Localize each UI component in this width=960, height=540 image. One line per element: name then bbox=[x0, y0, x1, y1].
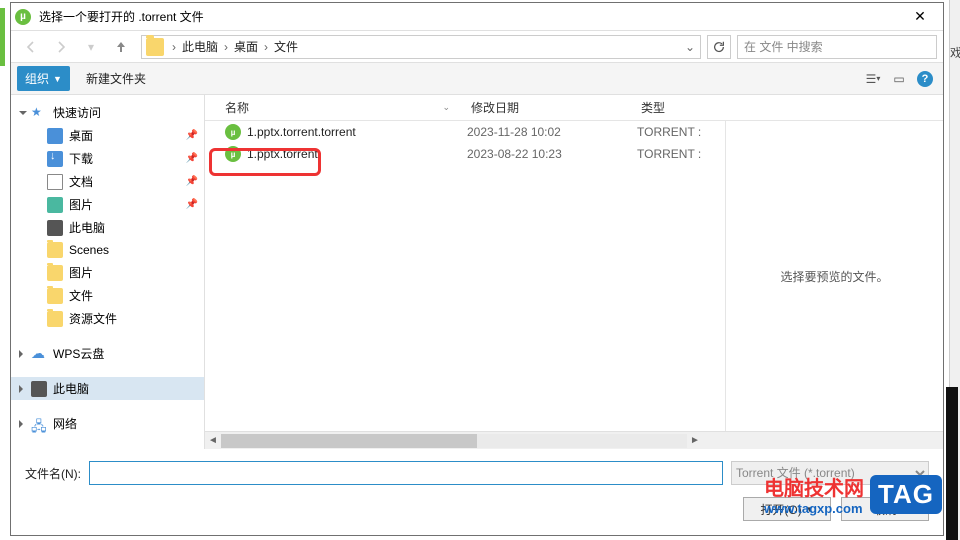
desktop-icon bbox=[47, 128, 63, 144]
breadcrumb-sep: › bbox=[260, 40, 272, 54]
breadcrumb-root[interactable]: 此电脑 bbox=[180, 38, 220, 55]
scroll-thumb[interactable] bbox=[221, 434, 477, 448]
watermark-cn: 电脑技术网 bbox=[764, 472, 864, 501]
sidebar-item-desktop[interactable]: 桌面📌 bbox=[11, 124, 204, 147]
view-controls: ☰▾ ▭ ? bbox=[861, 67, 937, 91]
address-dropdown[interactable]: ⌄ bbox=[680, 40, 700, 54]
background-dark-edge bbox=[946, 387, 958, 540]
folder-icon bbox=[146, 38, 164, 56]
filename-label: 文件名(N): bbox=[25, 465, 81, 482]
torrent-file-icon: µ bbox=[225, 124, 241, 140]
star-icon: ★ bbox=[31, 105, 47, 121]
breadcrumb-mid[interactable]: 桌面 bbox=[232, 38, 260, 55]
sort-indicator: ⌄ bbox=[442, 102, 450, 113]
folder-icon bbox=[47, 311, 63, 327]
horizontal-scrollbar[interactable]: ◄ ► bbox=[205, 431, 943, 449]
main-pane: 名称⌄ 修改日期 类型 µ 1.pptx.torrent.torrent 202… bbox=[205, 95, 943, 449]
sidebar-item-files[interactable]: 文件 bbox=[11, 284, 204, 307]
folder-icon bbox=[47, 288, 63, 304]
filename-input[interactable] bbox=[89, 461, 723, 485]
pin-icon: 📌 bbox=[186, 130, 198, 141]
file-name: 1.pptx.torrent bbox=[247, 147, 467, 161]
pin-icon: 📌 bbox=[186, 199, 198, 210]
sidebar-item-pictures[interactable]: 图片📌 bbox=[11, 193, 204, 216]
sidebar: ★快速访问 桌面📌 下载📌 文档📌 图片📌 此电脑 Scenes 图片 文件 资… bbox=[11, 95, 205, 449]
column-type[interactable]: 类型 bbox=[631, 95, 721, 120]
sidebar-item-thispc-quick[interactable]: 此电脑 bbox=[11, 216, 204, 239]
window-title: 选择一个要打开的 .torrent 文件 bbox=[39, 8, 901, 25]
help-button[interactable]: ? bbox=[913, 67, 937, 91]
file-date: 2023-08-22 10:23 bbox=[467, 147, 637, 161]
file-date: 2023-11-28 10:02 bbox=[467, 125, 637, 139]
refresh-button[interactable] bbox=[707, 35, 731, 59]
search-input[interactable]: 在 文件 中搜索 bbox=[737, 35, 937, 59]
pc-icon bbox=[47, 220, 63, 236]
file-name: 1.pptx.torrent.torrent bbox=[247, 125, 467, 139]
chevron-down-icon: ▼ bbox=[53, 74, 62, 84]
file-rows: µ 1.pptx.torrent.torrent 2023-11-28 10:0… bbox=[205, 121, 725, 431]
sidebar-wps-cloud[interactable]: ☁WPS云盘 bbox=[11, 342, 204, 365]
sidebar-item-scenes[interactable]: Scenes bbox=[11, 239, 204, 261]
column-name[interactable]: 名称⌄ bbox=[205, 95, 461, 120]
network-icon: 🖧 bbox=[31, 416, 47, 432]
titlebar: µ 选择一个要打开的 .torrent 文件 ✕ bbox=[11, 3, 943, 31]
file-open-dialog: µ 选择一个要打开的 .torrent 文件 ✕ ▾ › 此电脑 › 桌面 › … bbox=[10, 2, 944, 536]
file-row[interactable]: µ 1.pptx.torrent 2023-08-22 10:23 TORREN… bbox=[205, 143, 725, 165]
preview-pane: 选择要预览的文件。 bbox=[725, 121, 943, 431]
sidebar-this-pc[interactable]: 此电脑 bbox=[11, 377, 204, 400]
watermark: 电脑技术网 www.tagxp.com TAG bbox=[764, 472, 942, 516]
file-list: µ 1.pptx.torrent.torrent 2023-11-28 10:0… bbox=[205, 121, 943, 431]
watermark-badge: TAG bbox=[870, 475, 942, 514]
organize-button[interactable]: 组织▼ bbox=[17, 66, 70, 91]
pin-icon: 📌 bbox=[186, 176, 198, 187]
dialog-body: ★快速访问 桌面📌 下载📌 文档📌 图片📌 此电脑 Scenes 图片 文件 资… bbox=[11, 95, 943, 449]
torrent-file-icon: µ bbox=[225, 146, 241, 162]
cloud-icon: ☁ bbox=[31, 346, 47, 362]
recent-dropdown[interactable]: ▾ bbox=[77, 35, 105, 59]
folder-icon bbox=[47, 265, 63, 281]
watermark-url: www.tagxp.com bbox=[764, 501, 864, 516]
column-date[interactable]: 修改日期 bbox=[461, 95, 631, 120]
pc-icon bbox=[31, 381, 47, 397]
back-button[interactable] bbox=[17, 35, 45, 59]
sidebar-item-downloads[interactable]: 下载📌 bbox=[11, 147, 204, 170]
preview-empty-text: 选择要预览的文件。 bbox=[780, 268, 888, 285]
scroll-track[interactable] bbox=[221, 434, 687, 448]
forward-button[interactable] bbox=[47, 35, 75, 59]
new-folder-button[interactable]: 新建文件夹 bbox=[80, 66, 152, 91]
document-icon bbox=[47, 174, 63, 190]
sidebar-item-pictures2[interactable]: 图片 bbox=[11, 261, 204, 284]
scroll-right-icon[interactable]: ► bbox=[687, 435, 703, 446]
sidebar-network[interactable]: 🖧网络 bbox=[11, 412, 204, 435]
sidebar-item-resources[interactable]: 资源文件 bbox=[11, 307, 204, 330]
address-bar[interactable]: › 此电脑 › 桌面 › 文件 ⌄ bbox=[141, 35, 701, 59]
file-type: TORRENT : bbox=[637, 125, 701, 139]
download-icon bbox=[47, 151, 63, 167]
view-icons-button[interactable]: ☰▾ bbox=[861, 67, 885, 91]
up-button[interactable] bbox=[107, 35, 135, 59]
preview-pane-button[interactable]: ▭ bbox=[887, 67, 911, 91]
toolbar: 组织▼ 新建文件夹 ☰▾ ▭ ? bbox=[11, 63, 943, 95]
navbar: ▾ › 此电脑 › 桌面 › 文件 ⌄ 在 文件 中搜索 bbox=[11, 31, 943, 63]
sidebar-quick-access[interactable]: ★快速访问 bbox=[11, 101, 204, 124]
file-row[interactable]: µ 1.pptx.torrent.torrent 2023-11-28 10:0… bbox=[205, 121, 725, 143]
picture-icon bbox=[47, 197, 63, 213]
file-type: TORRENT : bbox=[637, 147, 701, 161]
scroll-left-icon[interactable]: ◄ bbox=[205, 435, 221, 446]
close-button[interactable]: ✕ bbox=[901, 3, 939, 30]
breadcrumb-sep: › bbox=[168, 40, 180, 54]
app-edge-accent bbox=[0, 8, 5, 66]
folder-icon bbox=[47, 242, 63, 258]
pin-icon: 📌 bbox=[186, 153, 198, 164]
utorrent-icon: µ bbox=[15, 9, 31, 25]
sidebar-item-documents[interactable]: 文档📌 bbox=[11, 170, 204, 193]
breadcrumb-leaf[interactable]: 文件 bbox=[272, 38, 300, 55]
search-placeholder: 在 文件 中搜索 bbox=[744, 38, 823, 55]
breadcrumb-sep: › bbox=[220, 40, 232, 54]
column-headers: 名称⌄ 修改日期 类型 bbox=[205, 95, 943, 121]
